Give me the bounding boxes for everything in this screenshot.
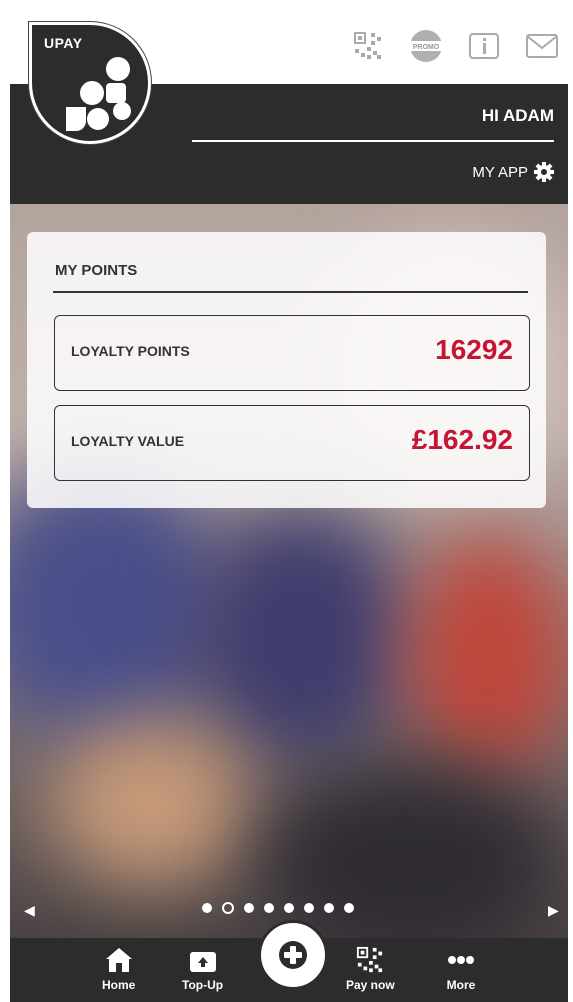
upay-logo[interactable]: UPAY — [29, 22, 151, 144]
plus-icon — [279, 941, 307, 969]
nav-more-label: More — [446, 978, 476, 992]
app-root: PROMO HI ADAM MY APP UPAY MY POINTS LOYA… — [10, 0, 568, 1002]
blur-shape — [190, 504, 410, 764]
blur-shape — [50, 724, 250, 884]
carousel-prev-arrow[interactable]: ◀ — [24, 903, 35, 919]
greeting-divider — [192, 140, 554, 142]
my-points-card: MY POINTS LOYALTY POINTS 16292 LOYALTY V… — [27, 232, 546, 508]
nav-home-label: Home — [102, 978, 136, 992]
loyalty-value-row: LOYALTY VALUE £162.92 — [54, 405, 530, 481]
promo-icon[interactable]: PROMO — [408, 28, 444, 64]
promo-label: PROMO — [413, 44, 440, 51]
loyalty-value-value: £162.92 — [411, 424, 513, 455]
carousel-dot[interactable] — [202, 903, 212, 913]
carousel-dot[interactable] — [244, 903, 254, 913]
home-icon — [105, 948, 132, 972]
bottom-nav: Home Top-Up Pay now More — [10, 920, 568, 1002]
loyalty-points-label: LOYALTY POINTS — [71, 343, 190, 359]
carousel-dot[interactable] — [264, 903, 274, 913]
my-app-label: MY APP — [472, 163, 528, 181]
nav-top-up-label: Top-Up — [182, 978, 224, 992]
qr-code-icon[interactable] — [350, 28, 386, 64]
my-app-link[interactable]: MY APP — [472, 162, 554, 182]
nav-pay-now-label: Pay now — [346, 978, 395, 992]
logo-mark-icon — [66, 57, 131, 131]
loyalty-points-row: LOYALTY POINTS 16292 — [54, 315, 530, 391]
top-up-icon — [189, 952, 216, 972]
greeting-text: HI ADAM — [481, 106, 554, 125]
carousel-dot[interactable] — [222, 902, 234, 914]
add-button[interactable] — [258, 920, 328, 990]
card-title: MY POINTS — [55, 262, 138, 279]
carousel-dot[interactable] — [324, 903, 334, 913]
mail-icon[interactable] — [524, 28, 560, 64]
gear-icon — [534, 162, 554, 182]
info-icon[interactable] — [466, 28, 502, 64]
more-icon — [448, 956, 474, 964]
carousel-dot[interactable] — [284, 903, 294, 913]
blur-shape — [410, 534, 568, 774]
carousel-dot[interactable] — [344, 903, 354, 913]
top-icon-group: PROMO — [350, 28, 560, 64]
nav-pay-now[interactable]: Pay now — [346, 946, 395, 992]
nav-more[interactable]: More — [446, 946, 476, 992]
nav-home[interactable]: Home — [102, 946, 135, 992]
carousel-dot[interactable] — [304, 903, 314, 913]
carousel-dots — [202, 902, 354, 914]
nav-top-up[interactable]: Top-Up — [182, 946, 223, 992]
carousel-next-arrow[interactable]: ▶ — [548, 903, 559, 919]
qr-code-icon — [357, 946, 383, 973]
card-divider — [53, 291, 528, 293]
loyalty-points-value: 16292 — [435, 334, 513, 365]
loyalty-value-label: LOYALTY VALUE — [71, 433, 185, 449]
